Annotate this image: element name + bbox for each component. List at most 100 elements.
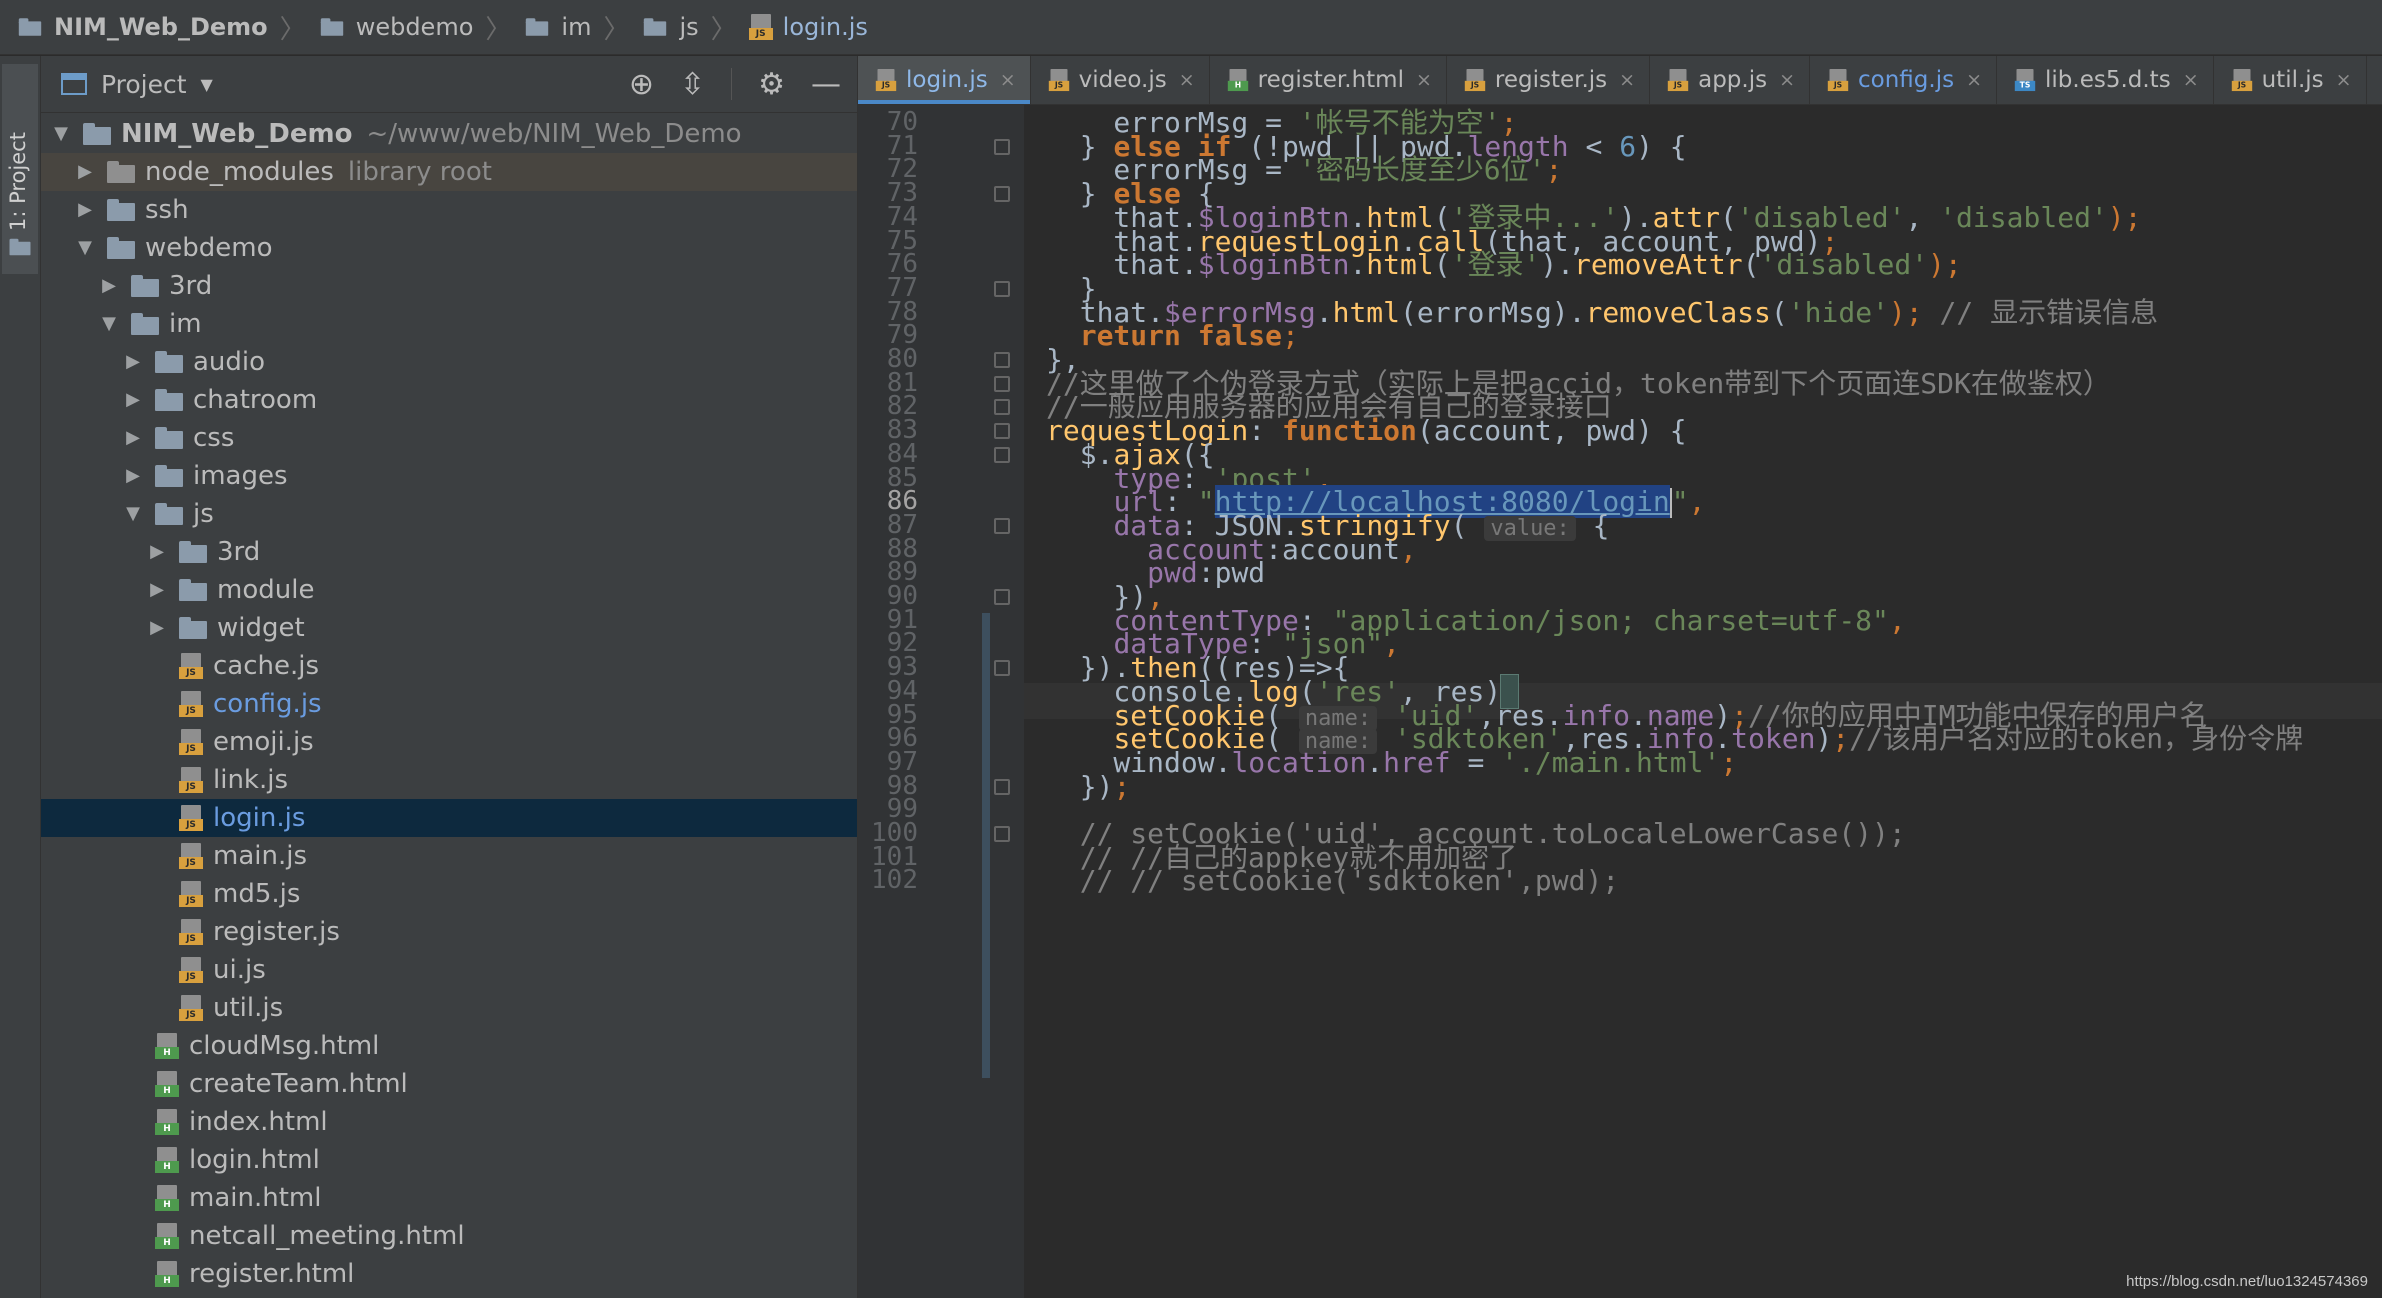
- tree-item[interactable]: ▶Hindex.html: [41, 1103, 857, 1141]
- expand-arrow-icon[interactable]: ▶: [145, 571, 169, 609]
- tree-item[interactable]: ▶Hregister.html: [41, 1255, 857, 1293]
- hide-panel-icon[interactable]: —: [811, 67, 841, 102]
- tree-item[interactable]: ▼ js: [41, 495, 857, 533]
- code-token: :account: [1265, 533, 1401, 566]
- fold-marker-icon[interactable]: [994, 186, 1010, 202]
- tree-item[interactable]: ▼ NIM_Web_Demo ~/www/web/NIM_Web_Demo: [41, 115, 857, 153]
- editor-tab[interactable]: Hregister.html ×: [1210, 56, 1447, 104]
- tree-item[interactable]: ▶ 3rd: [41, 533, 857, 571]
- view-dropdown-icon[interactable]: ▼: [201, 75, 213, 94]
- tree-item[interactable]: ▶JSlink.js: [41, 761, 857, 799]
- breadcrumb-item[interactable]: NIM_Web_Demo: [16, 13, 268, 41]
- code-editor[interactable]: errorMsg = '帐号不能为空'; } else if (!pwd || …: [1024, 105, 2382, 1298]
- tree-item[interactable]: ▶JSui.js: [41, 951, 857, 989]
- close-icon[interactable]: ×: [2183, 69, 2199, 91]
- code-token: 'hide': [1787, 296, 1889, 329]
- tree-item[interactable]: ▶ css: [41, 419, 857, 457]
- tree-item[interactable]: ▶JSemoji.js: [41, 723, 857, 761]
- fold-marker-icon[interactable]: [994, 826, 1010, 842]
- tree-item-icon-wrap: JS: [179, 843, 203, 869]
- breadcrumb-item[interactable]: webdemo: [318, 13, 473, 41]
- breadcrumb-item[interactable]: JS login.js: [748, 13, 868, 41]
- file-type-badge: JS: [179, 819, 203, 831]
- close-icon[interactable]: ×: [1966, 69, 1982, 91]
- editor-tab[interactable]: JS video.js ×: [1031, 56, 1210, 104]
- editor-tab[interactable]: JS login.js ×: [858, 56, 1031, 104]
- tree-item[interactable]: ▶JScache.js: [41, 647, 857, 685]
- fold-marker-icon[interactable]: [994, 589, 1010, 605]
- close-icon[interactable]: ×: [1000, 69, 1016, 91]
- tree-item[interactable]: ▼ webdemo: [41, 229, 857, 267]
- tree-item-icon-wrap: [155, 427, 183, 449]
- tree-item[interactable]: ▶JSregister.js: [41, 913, 857, 951]
- expand-arrow-icon[interactable]: ▶: [121, 343, 145, 381]
- editor-tab[interactable]: JS util.js ×: [2214, 56, 2367, 104]
- tree-item[interactable]: ▶Hnetcall_meeting.html: [41, 1217, 857, 1255]
- tree-item[interactable]: ▶ ssh: [41, 191, 857, 229]
- tree-item[interactable]: ▶ 3rd: [41, 267, 857, 305]
- close-icon[interactable]: ×: [2336, 69, 2352, 91]
- breadcrumb-item[interactable]: im: [523, 13, 591, 41]
- fold-marker-icon[interactable]: [994, 660, 1010, 676]
- collapse-arrow-icon[interactable]: ▼: [49, 115, 73, 153]
- tree-item[interactable]: ▶JSconfig.js: [41, 685, 857, 723]
- tree-item[interactable]: ▶JSlogin.js: [41, 799, 857, 837]
- code-token: <: [1568, 130, 1620, 163]
- fold-marker-icon[interactable]: [994, 399, 1010, 415]
- collapse-arrow-icon[interactable]: ▼: [97, 305, 121, 343]
- expand-arrow-icon[interactable]: ▶: [73, 191, 97, 229]
- tree-item[interactable]: ▼ im: [41, 305, 857, 343]
- editor-tab[interactable]: JS app.js ×: [1650, 56, 1810, 104]
- tree-item-label: audio: [193, 347, 266, 377]
- expand-arrow-icon[interactable]: ▶: [121, 457, 145, 495]
- editor-tab-bar: JS login.js × JS video.js × Hregister.html × JS r…: [858, 56, 2382, 105]
- fold-marker-icon[interactable]: [994, 352, 1010, 368]
- expand-arrow-icon[interactable]: ▶: [121, 419, 145, 457]
- tree-item[interactable]: ▶ audio: [41, 343, 857, 381]
- tree-item[interactable]: ▶ chatroom: [41, 381, 857, 419]
- file-type-badge: JS: [179, 971, 203, 983]
- close-icon[interactable]: ×: [1619, 69, 1635, 91]
- close-icon[interactable]: ×: [1779, 69, 1795, 91]
- gear-icon[interactable]: ⚙: [758, 67, 785, 102]
- breadcrumb-item[interactable]: js: [641, 13, 699, 41]
- editor-tab[interactable]: TS lib.es5.d.ts ×: [1997, 56, 2214, 104]
- expand-arrow-icon[interactable]: ▶: [145, 609, 169, 647]
- collapse-arrow-icon[interactable]: ▼: [121, 495, 145, 533]
- tree-item[interactable]: ▶Hlogin.html: [41, 1141, 857, 1179]
- tree-item[interactable]: ▶HcreateTeam.html: [41, 1065, 857, 1103]
- tree-item[interactable]: ▶ module: [41, 571, 857, 609]
- tree-item[interactable]: ▶Hmain.html: [41, 1179, 857, 1217]
- folder-icon: [107, 199, 135, 221]
- locate-file-icon[interactable]: ⊕: [629, 67, 654, 102]
- fold-marker-icon[interactable]: [994, 518, 1010, 534]
- collapse-all-icon[interactable]: ⇳: [680, 67, 705, 102]
- fold-marker-icon[interactable]: [994, 779, 1010, 795]
- tree-item[interactable]: ▶ images: [41, 457, 857, 495]
- editor-tab[interactable]: JS register.js ×: [1447, 56, 1651, 104]
- tree-item[interactable]: ▶ node_modules library root: [41, 153, 857, 191]
- collapse-arrow-icon[interactable]: ▼: [73, 229, 97, 267]
- fold-marker-icon[interactable]: [994, 447, 1010, 463]
- editor-tab-label: config.js: [1858, 67, 1955, 93]
- tree-item[interactable]: ▶JSmd5.js: [41, 875, 857, 913]
- fold-marker-icon[interactable]: [994, 139, 1010, 155]
- expand-arrow-icon[interactable]: ▶: [73, 153, 97, 191]
- close-icon[interactable]: ×: [1416, 69, 1432, 91]
- folder-icon: [320, 18, 343, 36]
- tree-item-label: chatroom: [193, 385, 318, 415]
- editor-tab[interactable]: JS config.js ×: [1810, 56, 1997, 104]
- expand-arrow-icon[interactable]: ▶: [121, 381, 145, 419]
- expand-arrow-icon[interactable]: ▶: [97, 267, 121, 305]
- project-view-title[interactable]: Project: [101, 70, 187, 99]
- tree-item[interactable]: ▶ widget: [41, 609, 857, 647]
- close-icon[interactable]: ×: [1179, 69, 1195, 91]
- tree-item[interactable]: ▶JSmain.js: [41, 837, 857, 875]
- fold-marker-icon[interactable]: [994, 423, 1010, 439]
- project-stripe-label[interactable]: 1: Project: [6, 132, 30, 231]
- expand-arrow-icon[interactable]: ▶: [145, 533, 169, 571]
- fold-marker-icon[interactable]: [994, 281, 1010, 297]
- tree-item[interactable]: ▶HcloudMsg.html: [41, 1027, 857, 1065]
- fold-marker-icon[interactable]: [994, 376, 1010, 392]
- tree-item[interactable]: ▶JSutil.js: [41, 989, 857, 1027]
